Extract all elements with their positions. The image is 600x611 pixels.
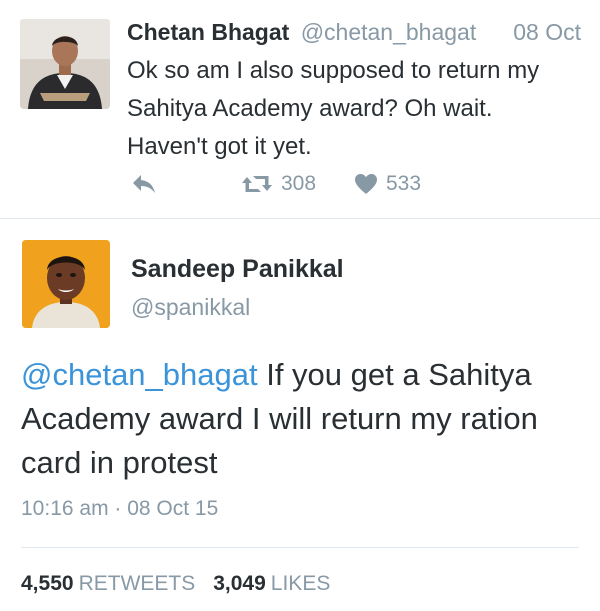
tweet-header: Chetan Bhagat @chetan_bhagat 08 Oct	[127, 17, 587, 47]
tweet-divider	[0, 218, 600, 219]
like-button[interactable]: 533	[354, 168, 421, 200]
avatar[interactable]	[20, 19, 110, 109]
tweet-text-line: Haven't got it yet.	[127, 133, 312, 160]
retweets-stat[interactable]: 4,550 RETWEETS	[21, 572, 213, 595]
retweet-icon	[242, 176, 272, 192]
author-handle[interactable]: @spanikkal	[131, 292, 250, 322]
reply-icon	[133, 175, 155, 193]
author-name[interactable]: Sandeep Panikkal	[131, 253, 344, 285]
likes-stat[interactable]: 3,049 LIKES	[213, 572, 348, 595]
like-count: 533	[386, 172, 422, 195]
tweet-text: Ok so am I also supposed to return my Sa…	[127, 52, 597, 166]
likes-label: LIKES	[270, 572, 331, 595]
retweet-count: 308	[281, 172, 317, 195]
tweet-stats: 4,550 RETWEETS 3,049 LIKES	[21, 569, 348, 599]
likes-count: 3,049	[213, 572, 266, 595]
mention-link[interactable]: @chetan_bhagat	[21, 357, 258, 392]
tweet-text-line: Ok so am I also supposed to return my	[127, 57, 540, 84]
tweet-text: @chetan_bhagat If you get a Sahitya Acad…	[21, 353, 591, 485]
avatar-photo-icon	[22, 240, 110, 328]
heart-icon	[355, 174, 377, 194]
retweets-label: RETWEETS	[78, 572, 196, 595]
reply-button[interactable]	[131, 168, 157, 200]
tweet-date[interactable]: 08 Oct	[513, 17, 581, 47]
avatar-photo-icon	[20, 19, 110, 109]
tweet-text-line: Sahitya Academy award? Oh wait.	[127, 95, 493, 122]
tweet-timestamp[interactable]: 10:16 am · 08 Oct 15	[21, 494, 218, 524]
tweet-actions: 308 533	[127, 168, 587, 200]
tweet-card-chetan[interactable]: Chetan Bhagat @chetan_bhagat 08 Oct Ok s…	[0, 0, 600, 218]
avatar[interactable]	[22, 240, 110, 328]
retweet-button[interactable]: 308	[241, 168, 316, 200]
stats-divider	[21, 547, 579, 548]
retweets-count: 4,550	[21, 572, 74, 595]
author-name[interactable]: Chetan Bhagat	[127, 19, 289, 45]
author-handle[interactable]: @chetan_bhagat	[301, 19, 477, 45]
